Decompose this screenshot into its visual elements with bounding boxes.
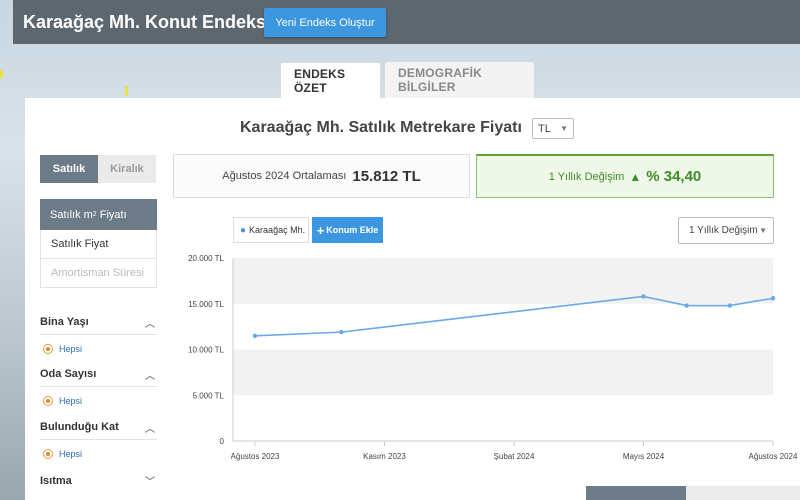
data-point [339, 329, 344, 335]
price-line-chart: 0 5.000 TL 10.000 TL 15.000 TL 20.000 TL Ağus… [188, 254, 798, 461]
data-point [641, 294, 646, 299]
y-tick-label: 10.000 TL [188, 346, 224, 355]
x-tick-label: Kasım 2023 [363, 452, 406, 461]
x-tick-label: Ağustos 2024 [749, 452, 798, 461]
x-tick-label: Mayıs 2024 [623, 452, 665, 461]
y-tick-label: 0 [220, 437, 225, 446]
data-point [727, 303, 733, 308]
decorative-mark [125, 86, 128, 96]
data-point [684, 303, 689, 308]
y-tick-label: 5.000 TL [193, 391, 225, 400]
page-title: Karaağaç Mh. Konut Endeksi [23, 11, 272, 32]
footer-tab[interactable] [686, 486, 800, 500]
grid-band [233, 349, 773, 396]
x-tick-label: Ağustos 2023 [231, 452, 280, 461]
decorative-mark [0, 70, 3, 78]
data-point [770, 296, 776, 301]
new-index-button[interactable]: Yeni Endeks Oluştur [264, 8, 386, 37]
tab-index-summary[interactable]: ENDEKS ÖZET [280, 62, 381, 98]
x-tick-label: Şubat 2024 [494, 452, 535, 461]
data-point [252, 333, 258, 338]
y-tick-label: 20.000 TL [188, 254, 224, 263]
y-tick-label: 15.000 TL [188, 300, 224, 309]
top-header-bar: Karaağaç Mh. Konut Endeksi Yeni Endeks O… [13, 0, 800, 44]
footer-tab-active[interactable] [586, 486, 686, 500]
main-panel: Karaağaç Mh. Satılık Metrekare Fiyatı TL… [25, 98, 800, 500]
grid-band [233, 258, 773, 304]
tab-bar: ENDEKS ÖZET DEMOGRAFİK BİLGİLER [280, 62, 534, 98]
tab-demographics[interactable]: DEMOGRAFİK BİLGİLER [385, 62, 534, 98]
